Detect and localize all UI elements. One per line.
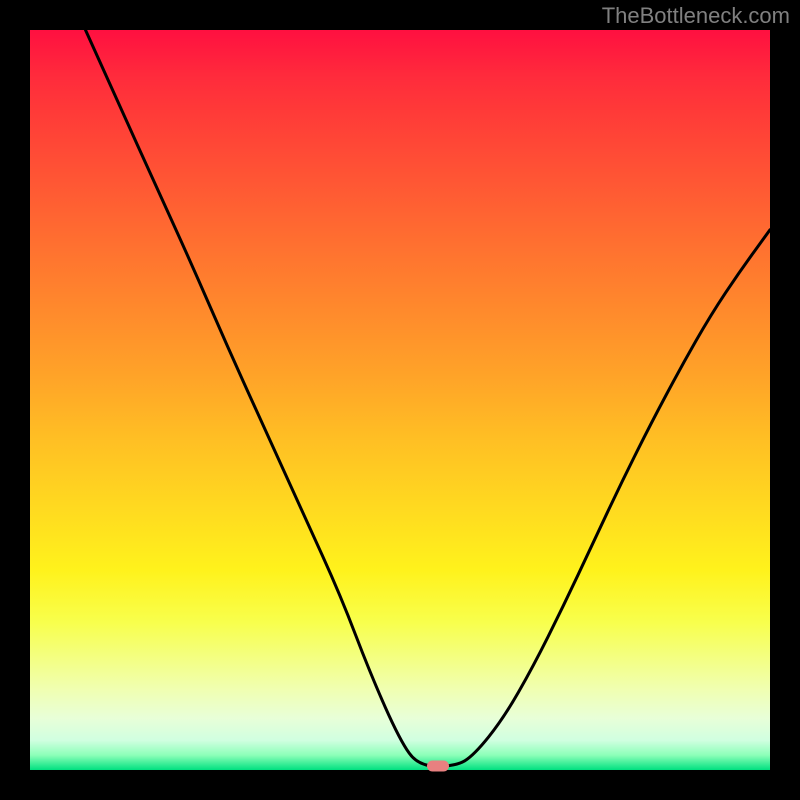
plot-area — [30, 30, 770, 770]
chart-frame: TheBottleneck.com — [0, 0, 800, 800]
optimum-marker — [427, 760, 449, 771]
bottleneck-curve — [30, 30, 770, 770]
watermark-text: TheBottleneck.com — [602, 3, 790, 29]
